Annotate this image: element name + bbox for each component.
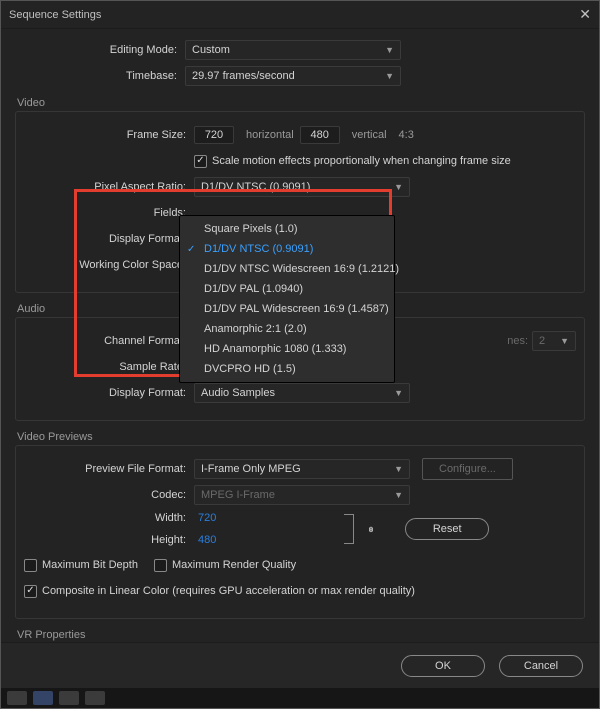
configure-button: Configure... — [422, 458, 513, 480]
sequence-settings-dialog: Sequence Settings ✕ Editing Mode: Custom… — [0, 0, 600, 709]
sample-rate-label: Sample Rate: — [24, 361, 194, 373]
composite-linear-checkbox[interactable]: Composite in Linear Color (requires GPU … — [24, 585, 415, 598]
frame-height-suffix: vertical — [352, 129, 387, 141]
video-section-label: Video — [17, 97, 585, 109]
max-render-quality-checkbox[interactable]: Maximum Render Quality — [154, 559, 296, 572]
par-option[interactable]: D1/DV PAL (1.0940) — [180, 279, 394, 299]
chevron-down-icon: ▼ — [394, 182, 403, 192]
par-option[interactable]: D1/DV NTSC Widescreen 16:9 (1.2121) — [180, 259, 394, 279]
dialog-content: Editing Mode: Custom ▼ Timebase: 29.97 f… — [1, 29, 599, 642]
link-icon[interactable]: ⚭ — [364, 524, 377, 533]
preview-width-value[interactable]: 720 — [194, 510, 228, 526]
checkbox-icon — [194, 155, 207, 168]
max-bit-depth-checkbox[interactable]: Maximum Bit Depth — [24, 559, 138, 572]
working-color-space-label: Working Color Space: — [24, 259, 194, 271]
cancel-button[interactable]: Cancel — [499, 655, 583, 677]
frame-width-input[interactable]: 720 — [194, 126, 234, 144]
chevron-down-icon: ▼ — [394, 490, 403, 500]
vr-properties-section-label: VR Properties — [17, 629, 585, 641]
frame-ar: 4:3 — [399, 129, 414, 141]
preview-file-format-label: Preview File Format: — [24, 463, 194, 475]
max-render-quality-label: Maximum Render Quality — [172, 559, 296, 571]
par-label: Pixel Aspect Ratio: — [24, 181, 194, 193]
checkbox-icon — [154, 559, 167, 572]
close-icon[interactable]: ✕ — [579, 6, 591, 23]
par-dropdown-list[interactable]: Square Pixels (1.0)D1/DV NTSC (0.9091)D1… — [179, 215, 395, 383]
dialog-footer: OK Cancel — [1, 642, 599, 688]
preview-height-value[interactable]: 480 — [194, 532, 228, 548]
preview-width-label: Width: — [24, 512, 194, 524]
dialog-title: Sequence Settings — [9, 9, 101, 21]
timeline-tabstrip — [1, 688, 599, 708]
chevron-down-icon: ▼ — [394, 388, 403, 398]
video-display-format-label: Display Format: — [24, 233, 194, 245]
par-option[interactable]: D1/DV PAL Widescreen 16:9 (1.4587) — [180, 299, 394, 319]
frame-height-input[interactable]: 480 — [300, 126, 340, 144]
timebase-value: 29.97 frames/second — [192, 70, 295, 82]
checkbox-icon — [24, 585, 37, 598]
audio-display-format-dropdown[interactable]: Audio Samples ▼ — [194, 383, 410, 403]
scale-motion-label: Scale motion effects proportionally when… — [212, 155, 511, 167]
editing-mode-label: Editing Mode: — [15, 44, 185, 56]
par-option[interactable]: D1/DV NTSC (0.9091) — [180, 239, 394, 259]
audio-display-format-label: Display Format: — [24, 387, 194, 399]
composite-linear-label: Composite in Linear Color (requires GPU … — [42, 585, 415, 597]
timebase-dropdown[interactable]: 29.97 frames/second ▼ — [185, 66, 401, 86]
preview-file-format-dropdown[interactable]: I-Frame Only MPEG ▼ — [194, 459, 410, 479]
link-bracket-icon — [344, 514, 354, 544]
timebase-label: Timebase: — [15, 70, 185, 82]
video-previews-section-label: Video Previews — [17, 431, 585, 443]
titlebar: Sequence Settings ✕ — [1, 1, 599, 29]
ok-button[interactable]: OK — [401, 655, 485, 677]
video-previews-group: Preview File Format: I-Frame Only MPEG ▼… — [15, 445, 585, 619]
par-dropdown[interactable]: D1/DV NTSC (0.9091) ▼ — [194, 177, 410, 197]
tab-chip[interactable] — [33, 691, 53, 705]
frame-size-label: Frame Size: — [24, 129, 194, 141]
editing-mode-dropdown[interactable]: Custom ▼ — [185, 40, 401, 60]
codec-dropdown: MPEG I-Frame ▼ — [194, 485, 410, 505]
tab-chip[interactable] — [85, 691, 105, 705]
chevron-down-icon: ▼ — [560, 336, 569, 346]
par-option[interactable]: Anamorphic 2:1 (2.0) — [180, 319, 394, 339]
par-value: D1/DV NTSC (0.9091) — [201, 181, 310, 193]
codec-label: Codec: — [24, 489, 194, 501]
frame-width-suffix: horizontal — [246, 129, 294, 141]
chevron-down-icon: ▼ — [385, 45, 394, 55]
par-option[interactable]: HD Anamorphic 1080 (1.333) — [180, 339, 394, 359]
codec-value: MPEG I-Frame — [201, 489, 275, 501]
preview-height-label: Height: — [24, 534, 194, 546]
fields-label: Fields: — [24, 207, 194, 219]
tab-chip[interactable] — [59, 691, 79, 705]
preview-file-format-value: I-Frame Only MPEG — [201, 463, 301, 475]
checkbox-icon — [24, 559, 37, 572]
audio-display-format-value: Audio Samples — [201, 387, 275, 399]
channels-value: 2 — [539, 335, 545, 347]
reset-button[interactable]: Reset — [405, 518, 489, 540]
channels-dropdown: 2 ▼ — [532, 331, 576, 351]
chevron-down-icon: ▼ — [385, 71, 394, 81]
par-option[interactable]: DVCPRO HD (1.5) — [180, 359, 394, 379]
max-bit-depth-label: Maximum Bit Depth — [42, 559, 138, 571]
editing-mode-value: Custom — [192, 44, 230, 56]
par-option[interactable]: Square Pixels (1.0) — [180, 219, 394, 239]
channel-format-label: Channel Format: — [24, 335, 194, 347]
tab-chip[interactable] — [7, 691, 27, 705]
channels-label-frag: nes: — [507, 335, 528, 347]
scale-motion-checkbox[interactable]: Scale motion effects proportionally when… — [194, 155, 511, 168]
chevron-down-icon: ▼ — [394, 464, 403, 474]
